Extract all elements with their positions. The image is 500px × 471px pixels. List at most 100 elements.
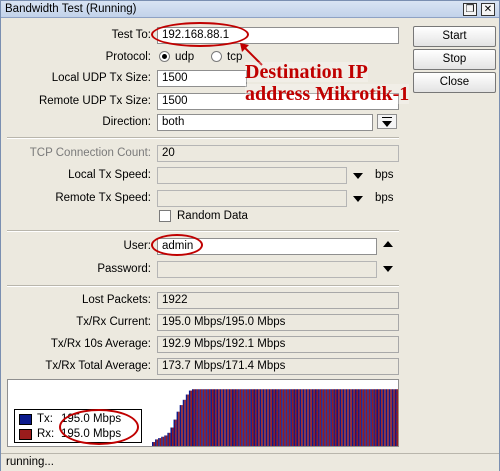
tx-bar	[358, 389, 360, 446]
tx-legend-swatch	[19, 414, 32, 425]
rx-bar	[325, 389, 328, 446]
tx-bar	[388, 389, 391, 446]
rx-bar	[301, 389, 303, 446]
tx-bar	[287, 389, 289, 446]
rx-bar	[190, 390, 192, 446]
tx-bar	[364, 389, 366, 446]
tx-bar	[247, 389, 249, 446]
user-input[interactable]: admin	[157, 238, 377, 255]
rx-bar	[270, 389, 272, 446]
tx-bar	[213, 389, 216, 446]
rx-bar	[288, 389, 291, 446]
protocol-udp-label: udp	[175, 51, 195, 63]
local-tx-speed-input[interactable]	[157, 167, 347, 184]
direction-select[interactable]: both	[157, 114, 373, 131]
local-tx-speed-unit: bps	[375, 169, 394, 181]
direction-dropdown-button[interactable]	[377, 114, 397, 129]
divider	[7, 230, 399, 232]
protocol-label: Protocol:	[105, 51, 151, 63]
rx-bar	[304, 389, 306, 446]
rx-bar	[298, 389, 300, 446]
rx-bar	[162, 436, 165, 446]
rx-bar	[374, 389, 377, 446]
tx-bar	[225, 389, 228, 446]
user-collapse-icon[interactable]	[383, 241, 393, 247]
rx-bar	[350, 389, 352, 446]
rx-bar	[165, 435, 168, 446]
stop-button[interactable]: Stop	[413, 49, 496, 70]
tx-bar	[179, 405, 182, 446]
tx-bar	[302, 389, 305, 446]
remote-tx-speed-label: Remote Tx Speed:	[55, 192, 151, 204]
rx-bar	[273, 389, 275, 446]
rx-legend-swatch	[19, 429, 32, 440]
password-expand-icon[interactable]	[383, 266, 393, 272]
status-bar: running...	[1, 453, 499, 471]
traffic-graph: Tx: 195.0 Mbps Rx: 195.0 Mbps	[7, 379, 399, 447]
local-udp-tx-size-label: Local UDP Tx Size:	[51, 72, 151, 84]
tx-bar	[167, 432, 169, 446]
tx-bar	[361, 389, 363, 446]
rx-bar	[258, 389, 260, 446]
tx-bar	[253, 389, 256, 446]
tx-rx-current-label: Tx/Rx Current:	[76, 316, 151, 328]
rx-bar	[294, 389, 297, 446]
tcp-connection-count-input[interactable]: 20	[157, 145, 399, 162]
close-button[interactable]: Close	[413, 72, 496, 93]
tx-legend-value: 195.0 Mbps	[61, 413, 122, 425]
tx-bar	[262, 389, 265, 446]
tx-bar	[324, 389, 326, 446]
rx-bar	[276, 389, 279, 446]
rx-bar	[211, 389, 214, 446]
tx-bar	[391, 389, 394, 446]
rx-bar	[239, 389, 242, 446]
start-button[interactable]: Start	[413, 26, 496, 47]
tx-bar	[204, 389, 206, 446]
tx-bar	[238, 389, 240, 446]
tx-rx-10s-average-label: Tx/Rx 10s Average:	[50, 338, 151, 350]
tx-rx-10s-average-value: 192.9 Mbps/192.1 Mbps	[157, 336, 399, 353]
rx-bar	[310, 389, 312, 446]
protocol-tcp-radio[interactable]	[211, 51, 222, 62]
rx-bar	[390, 389, 392, 446]
rx-bar	[184, 399, 186, 446]
rx-bar	[159, 438, 162, 446]
remote-tx-speed-input[interactable]	[157, 190, 347, 207]
tx-bar	[379, 389, 382, 446]
rx-bar	[387, 389, 389, 446]
tx-bar	[351, 389, 354, 446]
rx-bar	[156, 439, 159, 446]
local-udp-tx-size-input[interactable]: 1500	[157, 70, 247, 87]
random-data-checkbox[interactable]	[159, 210, 171, 222]
close-window-button[interactable]: ✕	[481, 3, 495, 16]
tx-bar	[321, 389, 323, 446]
tx-rx-total-average-value: 173.7 Mbps/171.4 Mbps	[157, 358, 399, 375]
rx-bar	[316, 389, 319, 446]
rx-bar	[251, 389, 254, 446]
protocol-udp-radio[interactable]	[159, 51, 170, 62]
tx-bar	[271, 389, 274, 446]
title-bar[interactable]: Bandwidth Test (Running) ❐ ✕	[1, 1, 499, 18]
tx-bar	[333, 389, 335, 446]
rx-bar	[233, 389, 236, 446]
tx-bar	[314, 389, 317, 446]
divider	[7, 285, 399, 287]
random-data-label: Random Data	[177, 210, 248, 222]
rx-bar	[359, 389, 362, 446]
rx-bar	[393, 389, 395, 446]
password-input[interactable]	[157, 261, 377, 278]
local-tx-speed-expand-icon[interactable]	[353, 173, 363, 179]
lost-packets-value: 1922	[157, 292, 399, 309]
tx-bar	[210, 389, 212, 446]
restore-button[interactable]: ❐	[463, 3, 477, 16]
remote-tx-speed-expand-icon[interactable]	[353, 196, 363, 202]
tx-bar	[265, 389, 268, 446]
tx-bar	[250, 389, 252, 446]
tx-bar	[185, 394, 188, 446]
tx-bar	[284, 389, 286, 446]
tx-bar	[354, 389, 357, 446]
test-to-input[interactable]: 192.168.88.1	[157, 27, 399, 44]
tx-bar	[348, 389, 351, 446]
rx-bar	[221, 389, 223, 446]
rx-legend-label: Rx:	[37, 428, 55, 440]
